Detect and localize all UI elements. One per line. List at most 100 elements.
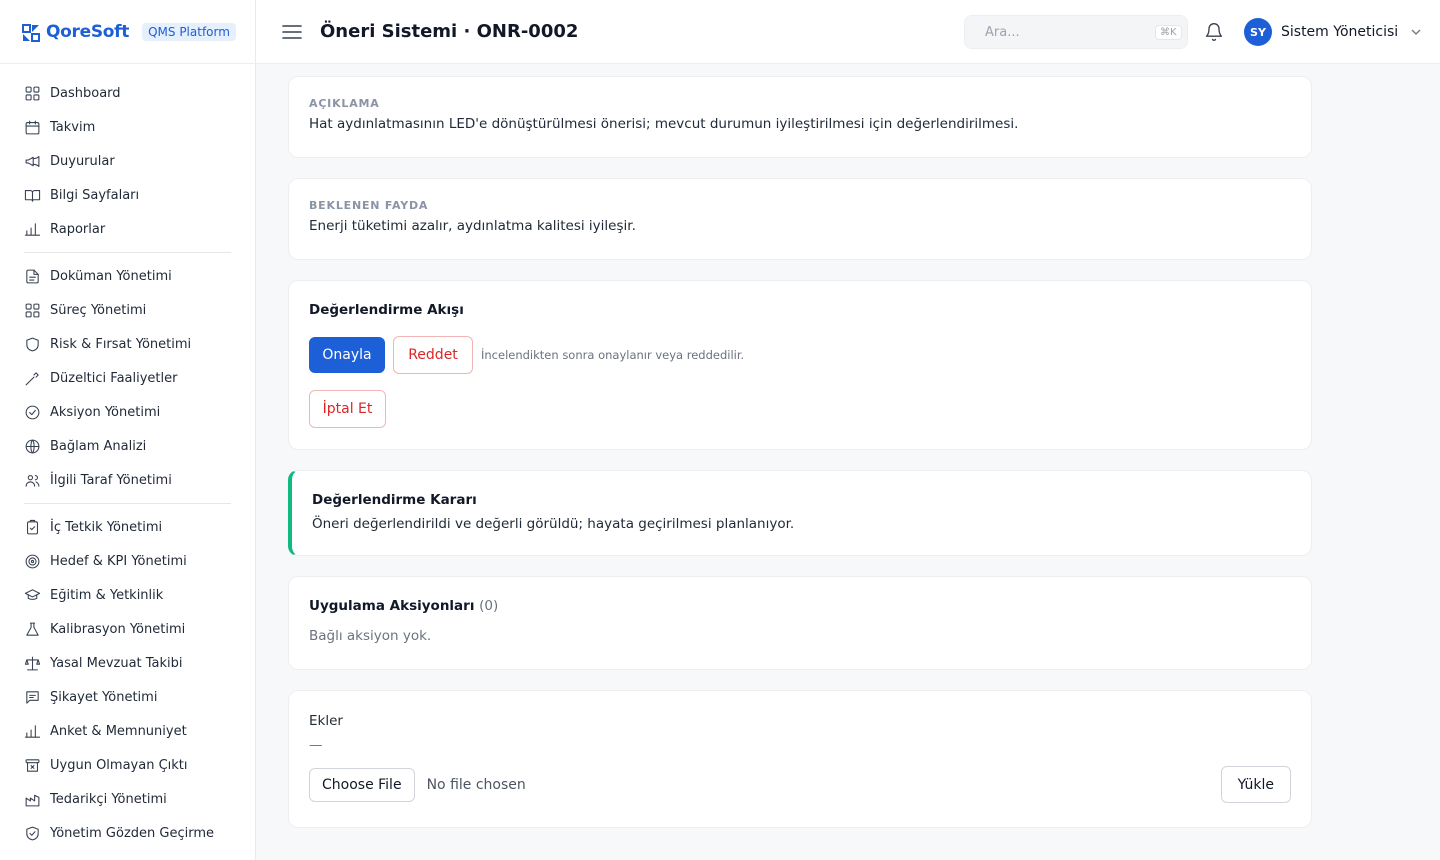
file-status: No file chosen [426, 776, 526, 793]
search-input[interactable] [985, 24, 1155, 40]
actions-empty: Bağlı aksiyon yok. [309, 628, 432, 644]
actions-count: (0) [479, 598, 499, 614]
sidebar-item-anket-memnuniyet[interactable]: Anket & Memnuniyet [24, 714, 231, 748]
sidebar-item-label: Yönetim Gözden Geçirme [50, 825, 214, 841]
sidebar-item-label: Doküman Yönetimi [50, 268, 172, 284]
sidebar-item-label: Şikayet Yönetimi [50, 689, 158, 705]
sidebar: QoreSoft QMS Platform Dashboard Takvim Duy… [0, 0, 256, 860]
brand-logo[interactable]: QoreSoft [20, 21, 129, 43]
nav-divider [24, 503, 231, 504]
document-icon [24, 268, 41, 285]
sidebar-item-label: Risk & Fırsat Yönetimi [50, 336, 192, 352]
workflow-title: Değerlendirme Akışı [309, 302, 464, 318]
reject-button[interactable]: Reddet [393, 336, 473, 374]
avatar: SY [1244, 18, 1272, 46]
scale-icon [24, 655, 41, 672]
graduation-cap-icon [24, 587, 41, 604]
bar-chart-icon [24, 221, 41, 238]
workflow-hint: İncelendikten sonra onaylanır veya redde… [481, 348, 745, 362]
sidebar-item-bağlam-analizi[interactable]: Bağlam Analizi [24, 429, 231, 463]
archive-x-icon [24, 757, 41, 774]
sidebar-item-duyurular[interactable]: Duyurular [24, 144, 231, 178]
sidebar-item-label: Takvim [50, 119, 96, 135]
book-icon [24, 187, 41, 204]
sidebar-item-label: İç Tetkik Yönetimi [50, 519, 163, 535]
chevron-down-icon [1411, 29, 1421, 35]
sidebar-item-label: Eğitim & Yetkinlik [50, 587, 164, 603]
description-label: AÇIKLAMA [309, 97, 380, 110]
sidebar-item-eğitim-yetkinlik[interactable]: Eğitim & Yetkinlik [24, 578, 231, 612]
bar-chart-icon [24, 723, 41, 740]
attachments-card: Ekler — Choose File No file chosen Yükle [288, 690, 1312, 828]
nav-divider [24, 252, 231, 253]
factory-icon [24, 791, 41, 808]
sidebar-item-label: Kalibrasyon Yönetimi [50, 621, 186, 637]
sidebar-item-uygun-olmayan-çıktı[interactable]: Uygun Olmayan Çıktı [24, 748, 231, 782]
user-name: Sistem Yöneticisi [1281, 24, 1399, 40]
platform-badge: QMS Platform [142, 22, 236, 41]
sidebar-item-doküman-yönetimi[interactable]: Doküman Yönetimi [24, 259, 231, 293]
sidebar-item-düzeltici-faaliyetler[interactable]: Düzeltici Faaliyetler [24, 361, 231, 395]
sidebar-item-şikayet-yönetimi[interactable]: Şikayet Yönetimi [24, 680, 231, 714]
sidebar-item-label: Düzeltici Faaliyetler [50, 370, 178, 386]
sidebar-item-i-ç-tetkik-yönetimi[interactable]: İç Tetkik Yönetimi [24, 510, 231, 544]
sidebar-item-raporlar[interactable]: Raporlar [24, 212, 231, 246]
page-title: Öneri Sistemi · ONR-0002 [320, 21, 579, 42]
approve-button[interactable]: Onayla [309, 337, 385, 373]
sidebar-item-label: İlgili Taraf Yönetimi [50, 472, 172, 488]
sidebar-item-i-lgili-taraf-yönetimi[interactable]: İlgili Taraf Yönetimi [24, 463, 231, 497]
search-box[interactable]: ⌘K [964, 15, 1188, 49]
workflow-card: Değerlendirme Akışı Onayla Reddet İncele… [288, 280, 1312, 450]
users-icon [24, 472, 41, 489]
grid-icon [24, 302, 41, 319]
sidebar-item-label: Uygun Olmayan Çıktı [50, 757, 188, 773]
cancel-button[interactable]: İptal Et [309, 390, 386, 428]
sidebar-item-label: Raporlar [50, 221, 106, 237]
sidebar-item-kalibrasyon-yönetimi[interactable]: Kalibrasyon Yönetimi [24, 612, 231, 646]
topbar: Öneri Sistemi · ONR-0002 ⌘K SY Sistem Yö… [256, 0, 1440, 64]
sidebar-item-label: Süreç Yönetimi [50, 302, 147, 318]
sidebar-item-yasal-mevzuat-takibi[interactable]: Yasal Mevzuat Takibi [24, 646, 231, 680]
menu-toggle-button[interactable] [282, 22, 302, 42]
notifications-button[interactable] [1204, 22, 1224, 42]
check-circle-icon [24, 404, 41, 421]
decision-card: Değerlendirme Kararı Öneri değerlendiril… [288, 470, 1312, 556]
user-menu[interactable]: SY Sistem Yöneticisi [1244, 18, 1422, 46]
shield-icon [24, 336, 41, 353]
benefit-text: Enerji tüketimi azalır, aydınlatma kalit… [309, 218, 636, 234]
sidebar-item-aksiyon-yönetimi[interactable]: Aksiyon Yönetimi [24, 395, 231, 429]
sidebar-item-dashboard[interactable]: Dashboard [24, 76, 231, 110]
description-text: Hat aydınlatmasının LED'e dönüştürülmesi… [309, 116, 1019, 132]
sidebar-nav: Dashboard Takvim Duyurular Bilgi Sayfaları R… [0, 64, 255, 850]
sidebar-item-label: Tedarikçi Yönetimi [50, 791, 167, 807]
sidebar-item-hedef-kpi-yönetimi[interactable]: Hedef & KPI Yönetimi [24, 544, 231, 578]
calendar-icon [24, 119, 41, 136]
wrench-icon [24, 370, 41, 387]
message-icon [24, 689, 41, 706]
grid-icon [24, 85, 41, 102]
upload-button[interactable]: Yükle [1220, 766, 1291, 803]
sidebar-item-bilgi-sayfaları[interactable]: Bilgi Sayfaları [24, 178, 231, 212]
sidebar-item-label: Dashboard [50, 85, 121, 101]
brand: QoreSoft QMS Platform [0, 0, 255, 64]
sidebar-item-yönetim-gözden-geçirme[interactable]: Yönetim Gözden Geçirme [24, 816, 231, 850]
bell-icon [1205, 23, 1223, 41]
decision-title: Değerlendirme Kararı [312, 492, 477, 508]
sidebar-item-süreç-yönetimi[interactable]: Süreç Yönetimi [24, 293, 231, 327]
clipboard-check-icon [24, 519, 41, 536]
attachments-title: Ekler [309, 713, 343, 729]
sidebar-item-label: Duyurular [50, 153, 115, 169]
megaphone-icon [24, 153, 41, 170]
sidebar-item-label: Anket & Memnuniyet [50, 723, 187, 739]
qoresoft-logo-icon [22, 23, 40, 42]
sidebar-item-takvim[interactable]: Takvim [24, 110, 231, 144]
sidebar-item-label: Hedef & KPI Yönetimi [50, 553, 187, 569]
choose-file-button[interactable]: Choose File [309, 767, 415, 802]
sidebar-item-tedarikçi-yönetimi[interactable]: Tedarikçi Yönetimi [24, 782, 231, 816]
benefit-label: BEKLENEN FAYDA [309, 199, 429, 212]
sidebar-item-label: Bağlam Analizi [50, 438, 147, 454]
brand-name: QoreSoft [46, 21, 130, 42]
search-shortcut: ⌘K [1155, 24, 1182, 40]
sidebar-item-risk-fırsat-yönetimi[interactable]: Risk & Fırsat Yönetimi [24, 327, 231, 361]
decision-text: Öneri değerlendirildi ve değerli görüldü… [312, 516, 795, 532]
